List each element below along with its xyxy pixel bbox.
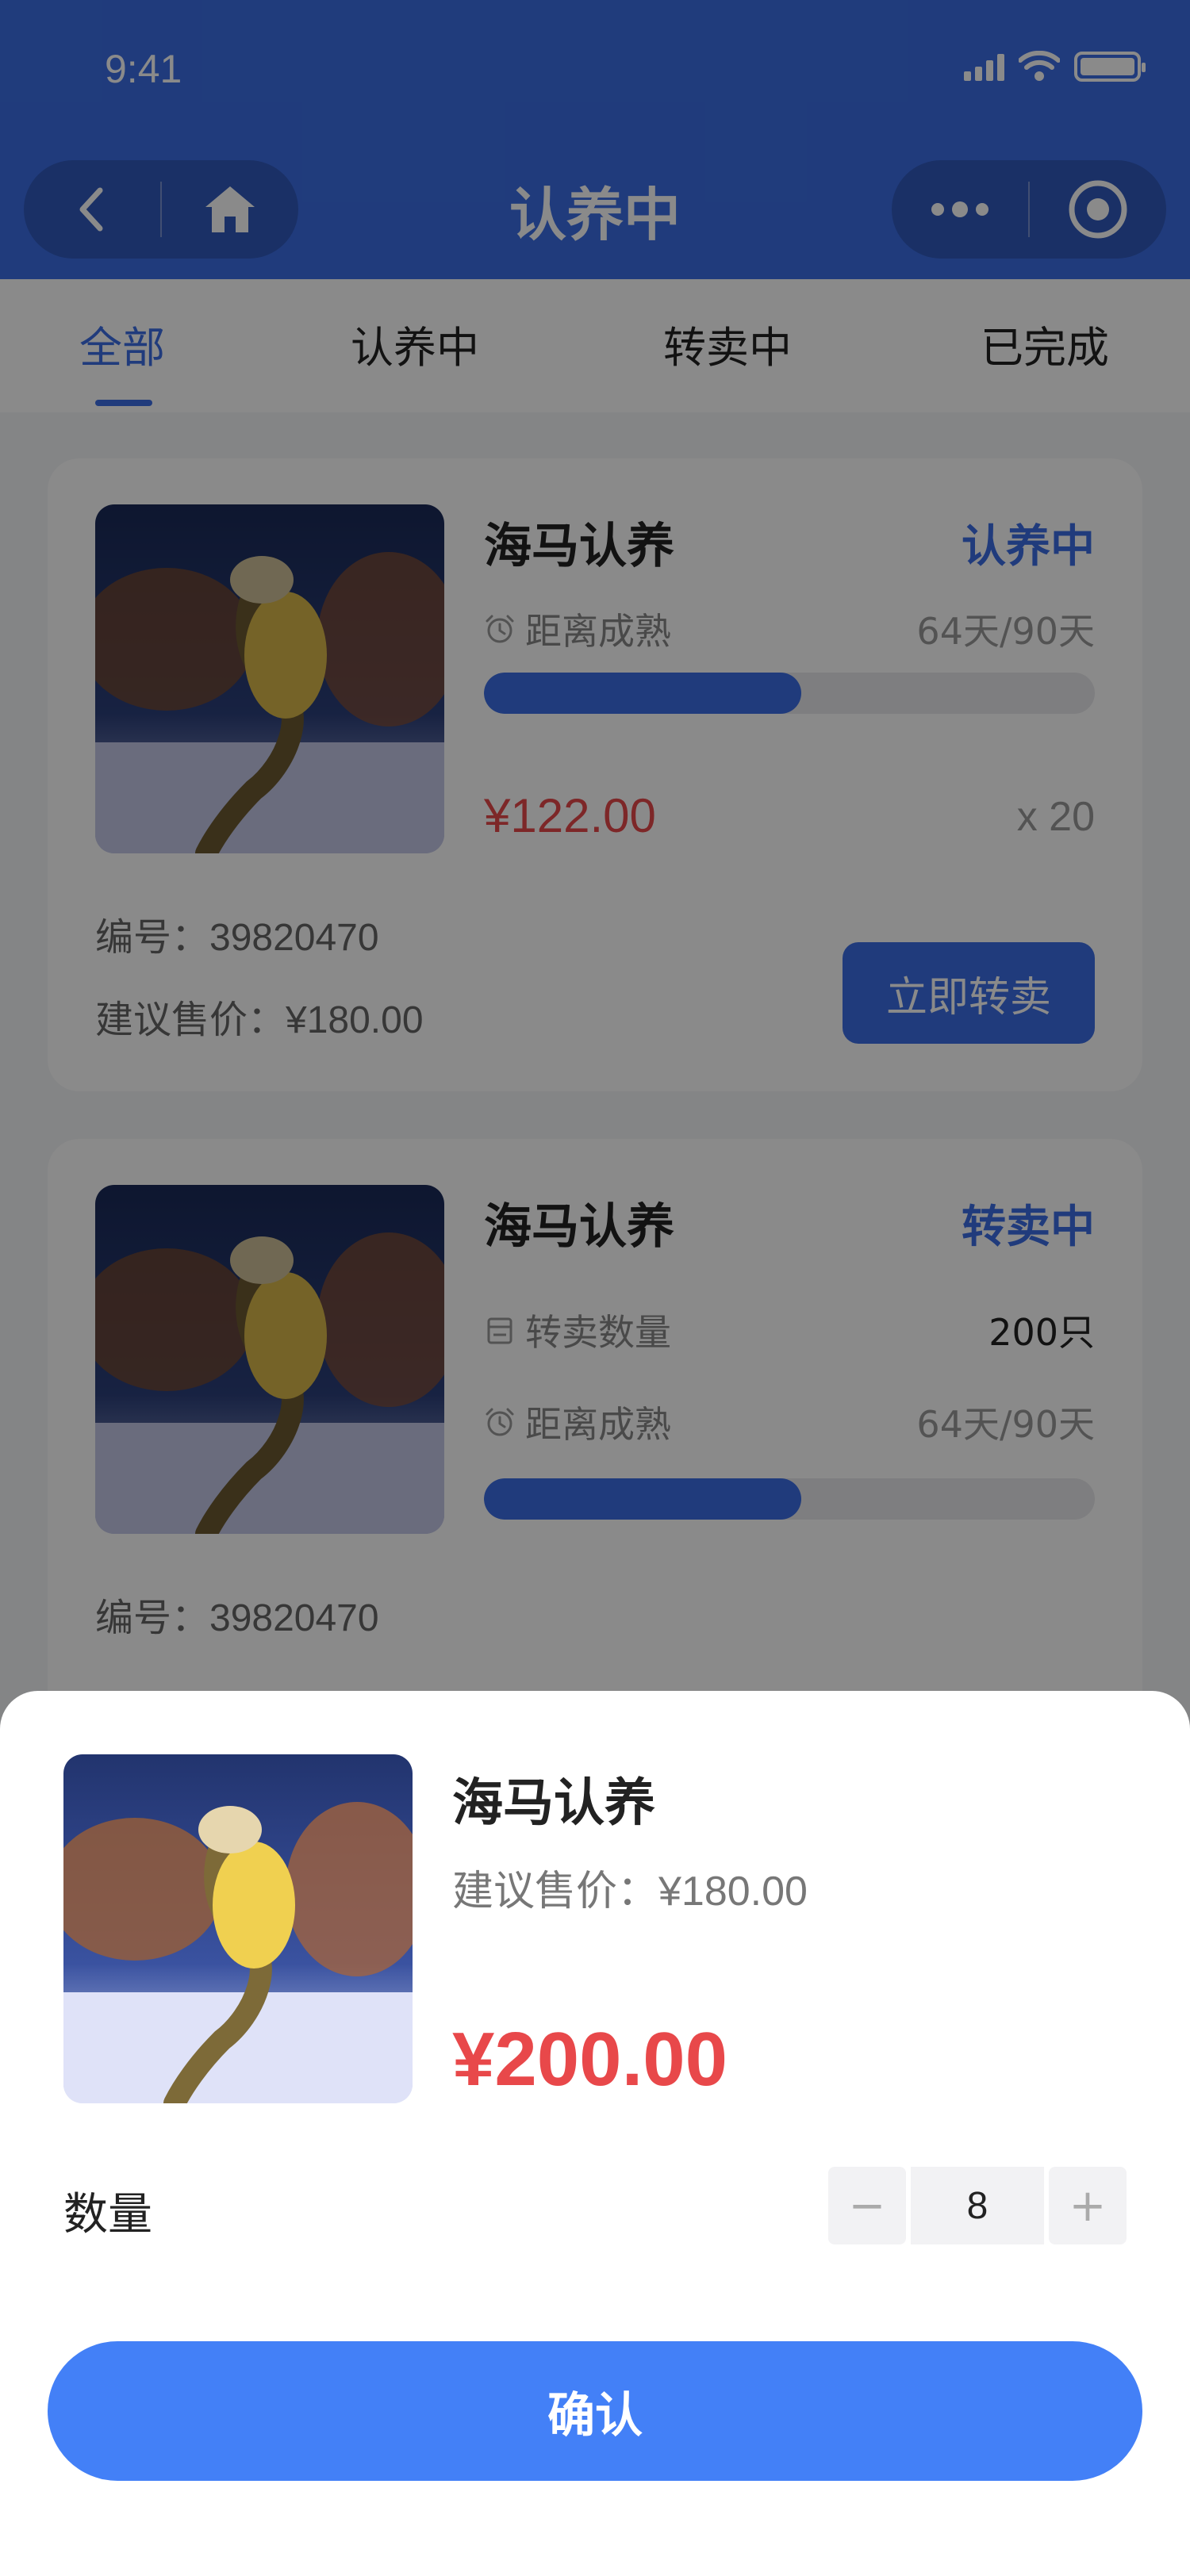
sheet-price: ¥200.00: [452, 2017, 728, 2102]
quantity-stepper: − 8 +: [828, 2167, 1127, 2244]
increase-button[interactable]: +: [1049, 2167, 1127, 2244]
confirm-button[interactable]: 确认: [48, 2341, 1142, 2481]
sheet-product-image: [63, 1754, 413, 2103]
decrease-button[interactable]: −: [828, 2167, 906, 2244]
resell-sheet: 海马认养 建议售价：¥180.00 ¥200.00 数量 − 8 + 确认: [0, 1691, 1190, 2576]
quantity-label: 数量: [63, 2189, 152, 2241]
quantity-input[interactable]: 8: [911, 2167, 1044, 2244]
page: 9:41 认养中 全部 认养中 转卖中 已完成 海马认养 认养中 距离成熟 64…: [0, 0, 1190, 2576]
sheet-title: 海马认养: [452, 1774, 655, 1833]
sheet-suggested-price: 建议售价：¥180.00: [452, 1869, 808, 1915]
